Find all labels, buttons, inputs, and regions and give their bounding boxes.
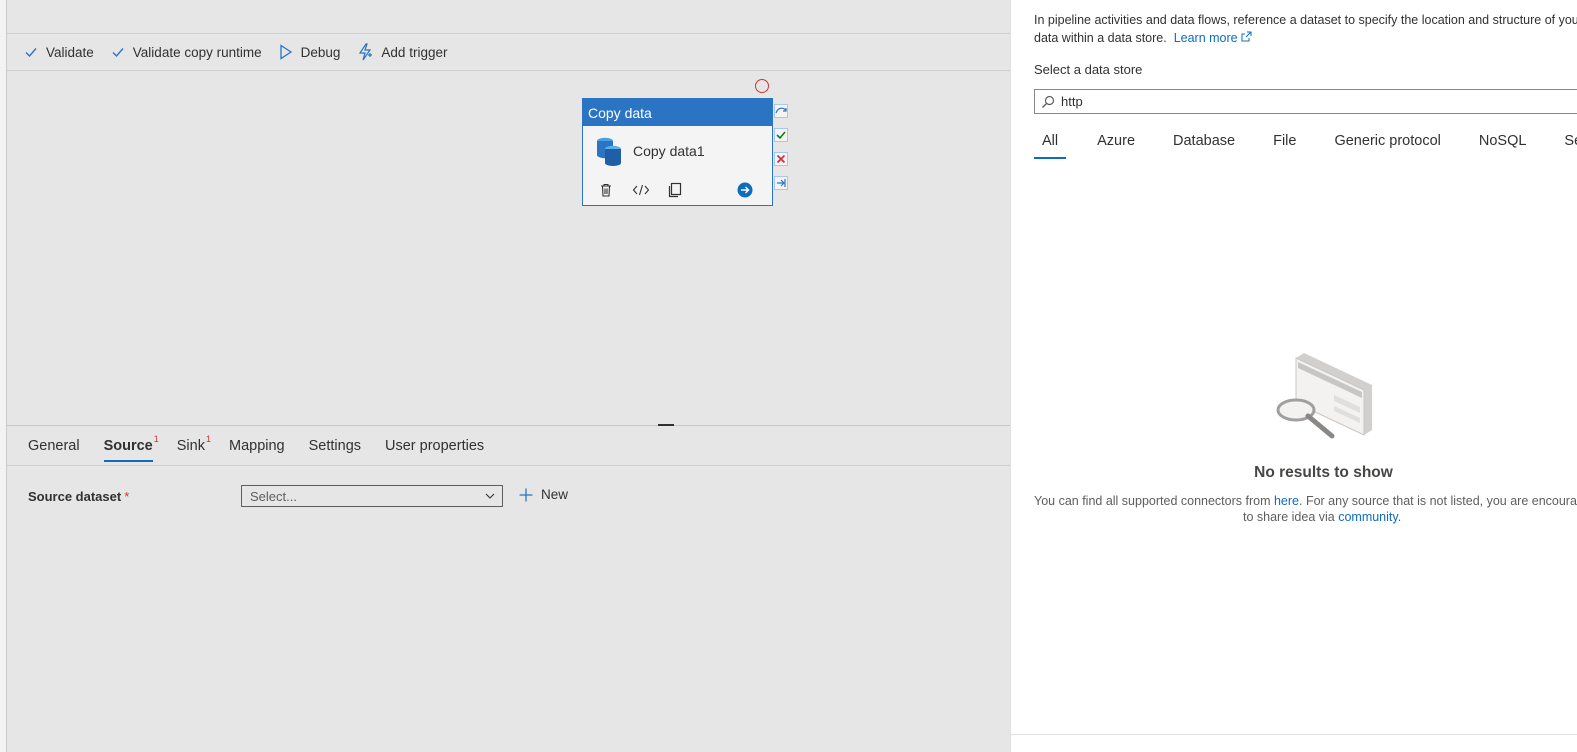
add-trigger-label: Add trigger [381, 44, 448, 60]
select-data-store-label: Select a data store [1034, 62, 1143, 77]
failure-port-icon[interactable] [774, 152, 788, 166]
copy-icon[interactable] [667, 182, 683, 198]
new-label: New [541, 487, 569, 502]
pipeline-canvas[interactable] [7, 71, 1010, 425]
search-icon [1042, 95, 1055, 108]
tab-services-and-apps[interactable]: Services and apps [1557, 133, 1577, 159]
tab-database[interactable]: Database [1166, 133, 1242, 159]
required-marker: * [124, 489, 130, 504]
checkmark-icon [25, 48, 37, 58]
tab-generic-protocol[interactable]: Generic protocol [1327, 133, 1447, 159]
tab-file[interactable]: File [1266, 133, 1303, 159]
tab-sink[interactable]: Sink 1 [177, 434, 211, 462]
new-dataset-button[interactable]: New [519, 487, 568, 502]
data-store-category-tabs: All Azure Database File Generic protocol NoSQ… [1034, 133, 1577, 159]
play-icon [279, 44, 292, 60]
tabs-divider [7, 465, 1010, 466]
code-icon[interactable] [632, 182, 650, 198]
tab-mapping[interactable]: Mapping [229, 438, 285, 462]
plus-icon [519, 488, 533, 501]
activity-status-circle-icon [755, 79, 769, 93]
chevron-down-icon [485, 493, 495, 499]
debug-button[interactable]: Debug [279, 44, 341, 60]
validate-copy-runtime-label: Validate copy runtime [132, 44, 262, 60]
top-bar [7, 0, 1010, 34]
no-results-title: No results to show [1254, 464, 1393, 481]
search-value: http [1061, 94, 1083, 109]
tab-settings[interactable]: Settings [309, 438, 361, 462]
no-results-message-line2: to share idea via community. [1243, 510, 1402, 524]
panel-description: In pipeline activities and data flows, r… [1034, 13, 1577, 45]
no-results-illustration [1276, 353, 1372, 439]
community-link[interactable]: community [1338, 510, 1398, 524]
left-edge-strip [0, 0, 7, 752]
completion-port-icon[interactable] [774, 176, 788, 190]
source-dataset-label: Source dataset * [28, 489, 130, 504]
tab-user-properties[interactable]: User properties [385, 438, 484, 462]
copy-data-activity[interactable]: Copy data Copy data1 [582, 98, 773, 206]
sink-error-badge: 1 [205, 434, 211, 444]
tab-all[interactable]: All [1034, 133, 1067, 159]
database-copy-icon [597, 137, 621, 166]
arrow-circle-right-icon[interactable] [737, 182, 753, 198]
panel-footer-divider [1011, 734, 1577, 735]
activity-type-header: Copy data [583, 99, 772, 126]
tab-azure[interactable]: Azure [1090, 133, 1142, 159]
pipeline-toolbar: Validate Validate copy runtime Debug Add… [7, 34, 1010, 71]
tab-nosql[interactable]: NoSQL [1472, 133, 1534, 159]
here-link[interactable]: here [1274, 494, 1299, 508]
source-error-badge: 1 [153, 434, 159, 444]
no-results-message: You can find all supported connectors fr… [1034, 494, 1577, 508]
select-placeholder: Select... [250, 488, 297, 504]
validate-label: Validate [46, 44, 94, 60]
skip-port-icon[interactable] [774, 104, 788, 118]
activity-properties-pane: General Source 1 Sink 1 Mapping Settings U… [7, 426, 1010, 752]
delete-icon[interactable] [598, 182, 614, 198]
add-trigger-button[interactable]: Add trigger [357, 43, 447, 61]
tab-source[interactable]: Source 1 [103, 434, 159, 462]
debug-label: Debug [300, 44, 341, 60]
tab-general[interactable]: General [28, 438, 80, 462]
lightning-icon [359, 43, 373, 61]
source-dataset-select[interactable]: Select... [241, 485, 503, 507]
external-link-icon [1241, 31, 1252, 42]
checkmark-icon [112, 48, 124, 58]
validate-button[interactable]: Validate [24, 45, 94, 60]
new-dataset-panel: In pipeline activities and data flows, r… [1010, 0, 1577, 752]
success-port-icon[interactable] [774, 128, 788, 142]
data-store-search-input[interactable]: http [1034, 89, 1577, 114]
activity-name: Copy data1 [633, 143, 705, 159]
properties-tabs: General Source 1 Sink 1 Mapping Settings U… [28, 434, 508, 462]
activity-output-ports [774, 104, 788, 200]
validate-copy-runtime-button[interactable]: Validate copy runtime [111, 45, 262, 60]
learn-more-link[interactable]: Learn more [1174, 31, 1252, 45]
